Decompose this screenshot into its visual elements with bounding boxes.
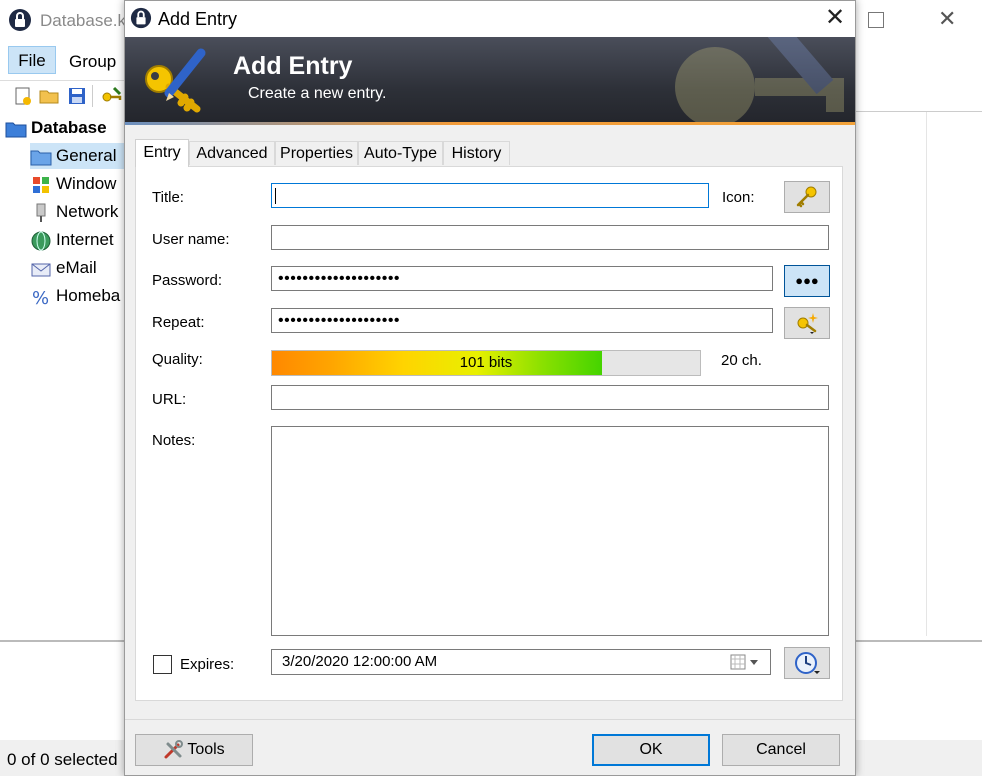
dialog-banner: Add Entry Create a new entry. [125, 37, 855, 125]
tab-history[interactable]: History [443, 141, 510, 165]
globe-icon [31, 231, 51, 251]
footer-separator [125, 719, 855, 720]
url-input[interactable] [271, 385, 829, 410]
tools-button[interactable]: Tools [135, 734, 253, 766]
expiry-date-value: 3/20/2020 12:00:00 AM [282, 653, 438, 670]
expires-checkbox[interactable] [153, 655, 172, 674]
banner-title: Add Entry [233, 52, 353, 80]
password-quality-bar: 101 bits [271, 350, 701, 376]
tab-auto-type[interactable]: Auto-Type [358, 141, 443, 165]
repeat-password-value: •••••••••••••••••••• [278, 312, 401, 329]
menu-file[interactable]: File [8, 46, 56, 74]
windows-icon [33, 176, 49, 193]
menu-group[interactable]: Group [69, 52, 116, 72]
toggle-password-visibility-button[interactable]: ●●● [784, 265, 830, 297]
tab-advanced[interactable]: Advanced [189, 141, 275, 165]
notes-label: Notes: [152, 432, 196, 449]
tree-item-label: Network [56, 202, 119, 221]
dialog-close-button[interactable]: ✕ [820, 3, 850, 33]
username-label: User name: [152, 231, 230, 248]
quality-label: Quality: [152, 351, 203, 368]
expiry-presets-button[interactable] [784, 647, 830, 679]
save-icon[interactable] [66, 85, 88, 107]
password-generator-button[interactable] [784, 307, 830, 339]
percent-icon: % [32, 288, 49, 307]
tree-item-network[interactable]: Network [30, 199, 118, 225]
status-selection-count: 0 of 0 selected [7, 750, 118, 769]
calendar-dropdown-icon[interactable] [730, 654, 762, 670]
toolbar-separator [92, 85, 93, 107]
cancel-button[interactable]: Cancel [722, 734, 840, 766]
quality-bits-text: 101 bits [459, 354, 513, 371]
password-label: Password: [152, 272, 223, 289]
tree-item-internet[interactable]: Internet [30, 227, 114, 253]
tree-item-label: eMail [56, 258, 97, 277]
key-icon [796, 186, 817, 208]
password-length-text: 20 ch. [721, 352, 762, 369]
add-entry-dialog: Add Entry ✕ Add Entry Create a new entry… [124, 0, 856, 776]
main-window-title: Database.k [40, 11, 126, 30]
repeat-label: Repeat: [152, 314, 205, 331]
dialog-titlebar: Add Entry ✕ [125, 1, 855, 37]
expires-label[interactable]: Expires: [180, 656, 234, 673]
tree-item-label: Database [31, 118, 107, 137]
expiry-date-picker[interactable]: 3/20/2020 12:00:00 AM [271, 649, 771, 675]
banner-watermark-icon [675, 37, 844, 125]
key-sparkle-icon [797, 313, 818, 334]
entry-list[interactable] [855, 111, 982, 636]
icon-label: Icon: [722, 189, 755, 206]
maximize-button[interactable] [868, 12, 884, 28]
url-label: URL: [152, 391, 187, 408]
tree-item-database[interactable]: Database [5, 115, 107, 141]
main-close-button[interactable]: ✕ [938, 6, 956, 32]
repeat-password-input[interactable]: •••••••••••••••••••• [271, 308, 773, 333]
new-database-icon[interactable] [12, 85, 34, 107]
dialog-title: Add Entry [158, 9, 238, 29]
title-input[interactable] [271, 183, 709, 208]
tree-item-label: Window [56, 174, 117, 193]
main-menubar: File Group [0, 44, 130, 76]
svg-text:%: % [32, 288, 49, 307]
network-icon [36, 203, 46, 222]
main-toolbar [0, 80, 130, 111]
key-pencil-icon [145, 48, 206, 113]
envelope-icon [31, 263, 51, 277]
lock-icon [130, 7, 152, 29]
password-input[interactable]: •••••••••••••••••••• [271, 266, 773, 291]
tree-item-windows[interactable]: Window [30, 171, 116, 197]
tree-item-general[interactable]: General [30, 143, 130, 169]
clock-icon [795, 652, 820, 674]
tree-item-email[interactable]: eMail [30, 255, 97, 281]
username-input[interactable] [271, 225, 829, 250]
password-value: •••••••••••••••••••• [278, 270, 401, 287]
tree-item-label: Homeba [56, 286, 121, 305]
tab-entry[interactable]: Entry [135, 139, 189, 167]
tree-item-label: Internet [56, 230, 114, 249]
ok-button[interactable]: OK [592, 734, 710, 766]
banner-subtitle: Create a new entry. [248, 85, 387, 102]
add-entry-key-icon[interactable] [100, 85, 122, 107]
tree-item-homebanking[interactable]: % Homeba [30, 283, 120, 309]
folder-icon [5, 122, 27, 138]
folder-icon [30, 150, 52, 166]
title-label: Title: [152, 189, 184, 206]
tools-button-label: Tools [187, 741, 225, 758]
notes-textarea[interactable] [271, 426, 829, 636]
banner-accent-stripe [125, 122, 855, 125]
entry-tab-panel: Title: Icon: User name: Password: ••••••… [135, 166, 843, 701]
text-caret [275, 188, 276, 204]
group-tree: Database General Window Network Internet… [0, 112, 130, 637]
open-folder-icon[interactable] [38, 85, 60, 107]
lock-icon [9, 9, 31, 31]
tools-icon [164, 739, 184, 759]
tree-item-label: General [56, 146, 117, 165]
tab-properties[interactable]: Properties [275, 141, 358, 165]
column-divider [926, 112, 927, 636]
icon-picker-button[interactable] [784, 181, 830, 213]
